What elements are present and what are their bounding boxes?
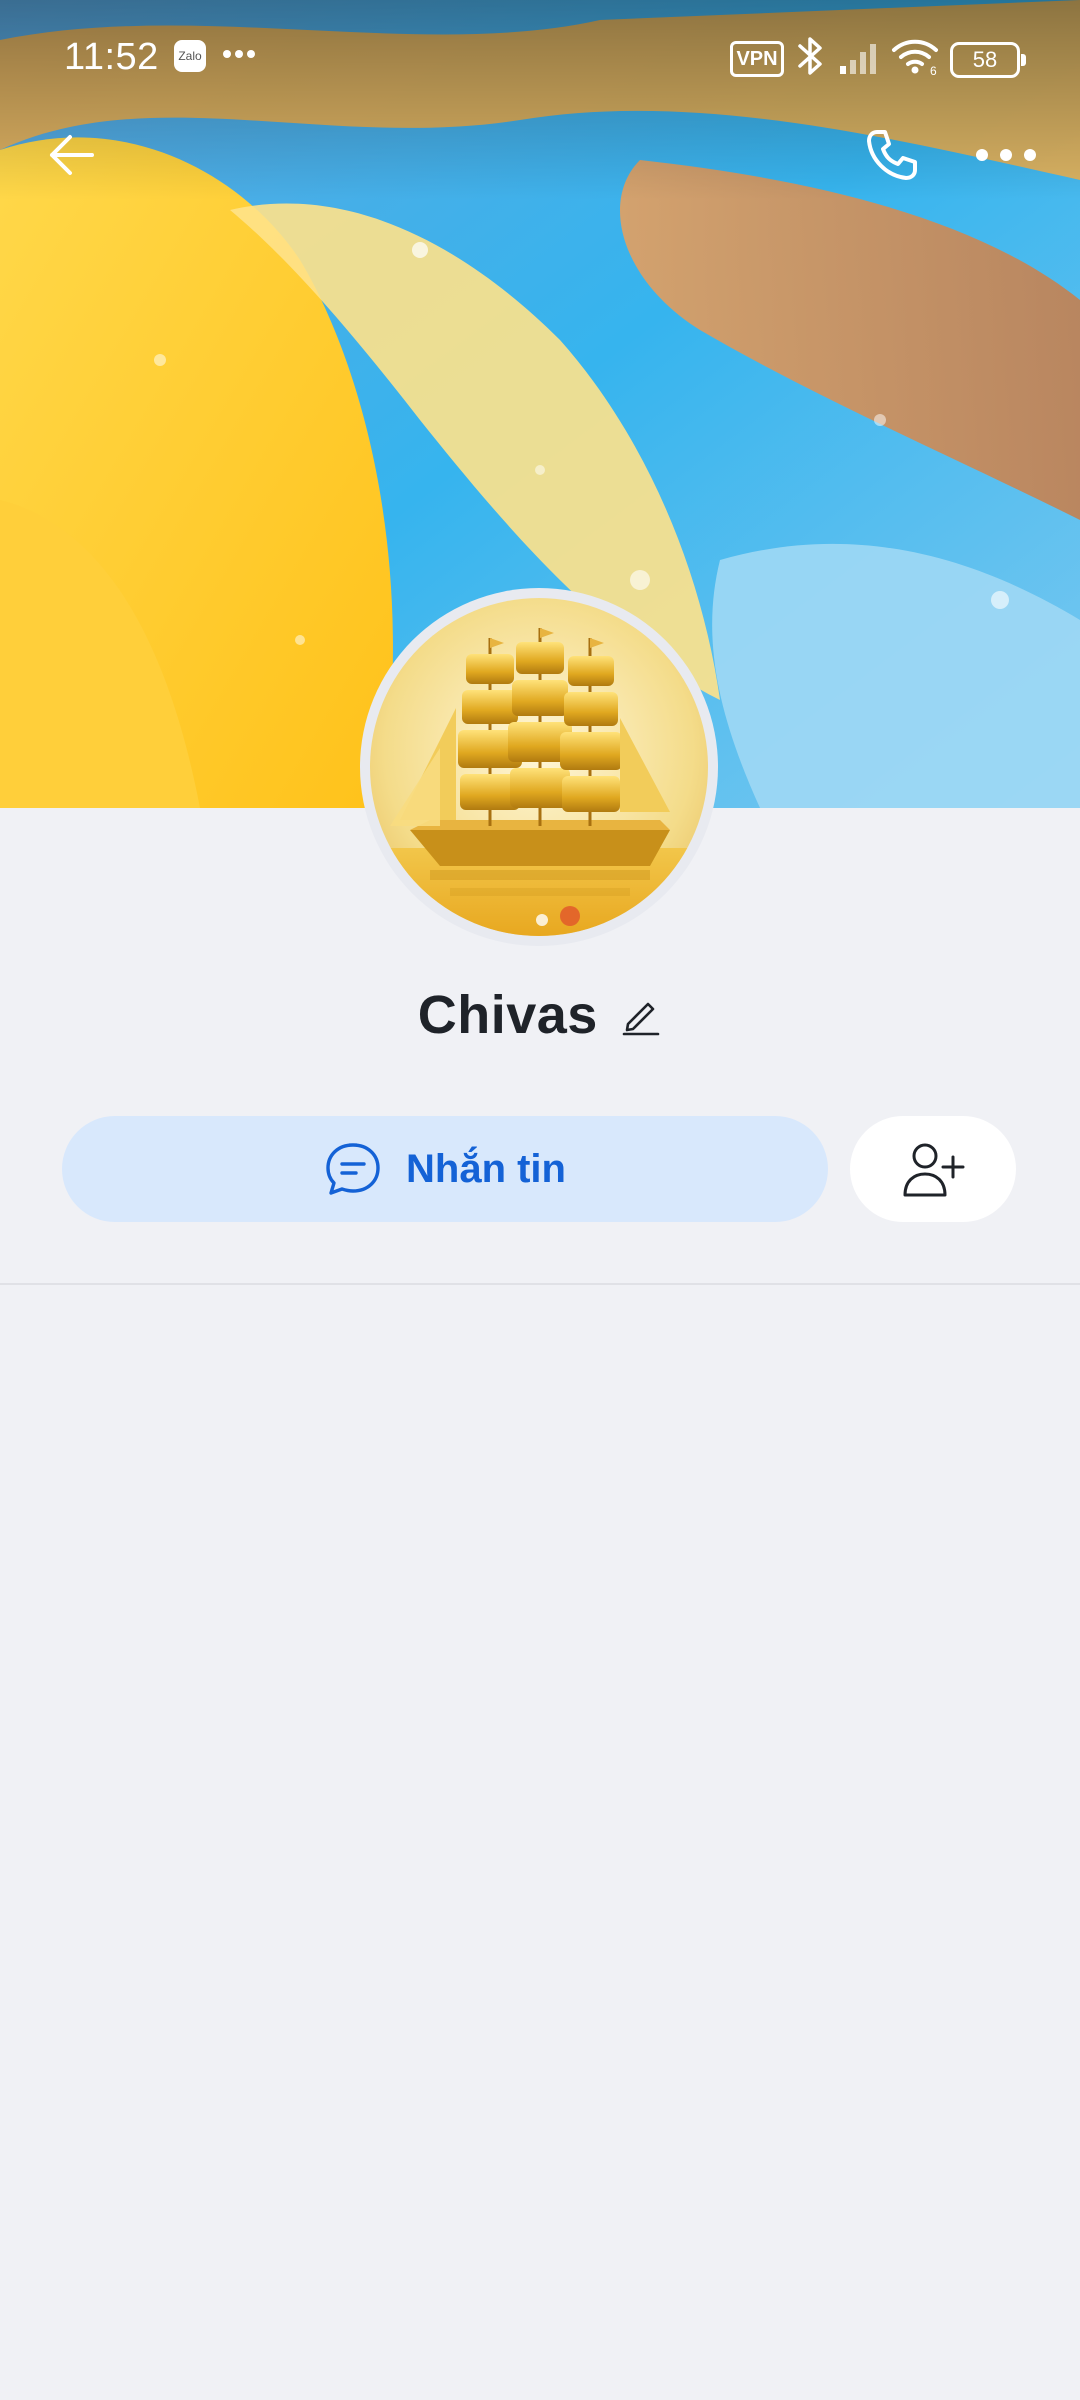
chat-bubble-icon <box>326 1143 380 1195</box>
add-friend-button[interactable] <box>850 1116 1016 1222</box>
section-divider <box>0 1283 1080 1285</box>
back-button[interactable] <box>38 120 108 190</box>
wifi-label: 6 <box>930 64 937 76</box>
zalo-notification-icon: Zalo <box>174 40 206 72</box>
add-user-icon <box>903 1143 965 1197</box>
profile-name-row: Chivas <box>0 984 1080 1060</box>
more-notifications-icon <box>223 50 255 58</box>
battery-icon: 58 <box>950 42 1026 78</box>
vpn-icon: VPN <box>730 41 784 77</box>
avatar[interactable] <box>360 588 718 946</box>
message-button[interactable]: Nhắn tin <box>62 1116 828 1222</box>
phone-icon <box>867 130 917 180</box>
golden-sailing-ship-image <box>370 598 708 936</box>
message-button-label: Nhắn tin <box>406 1146 566 1191</box>
status-bar: 11:52 Zalo VPN 6 58 <box>0 0 1080 115</box>
pencil-icon[interactable] <box>620 994 662 1036</box>
wifi-icon: 6 <box>892 39 938 76</box>
call-button[interactable] <box>855 120 925 190</box>
arrow-left-icon <box>50 135 94 175</box>
profile-name: Chivas <box>417 985 598 1045</box>
status-time: 11:52 <box>64 36 159 78</box>
bluetooth-icon <box>798 37 822 75</box>
signal-icon <box>840 44 876 74</box>
profile-screen: 11:52 Zalo VPN 6 58 Chivas Nhắn tin <box>0 0 1080 2400</box>
more-options-button[interactable] <box>966 120 1046 190</box>
more-horizontal-icon <box>976 149 1036 161</box>
